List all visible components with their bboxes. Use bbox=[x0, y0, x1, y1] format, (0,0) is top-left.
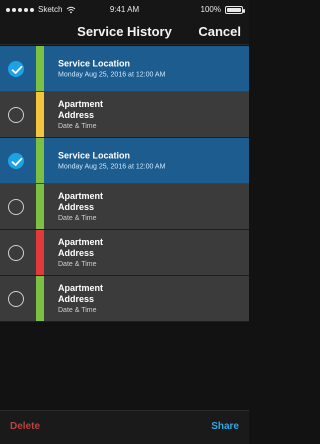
status-color-bar bbox=[36, 184, 44, 229]
checkmark-icon bbox=[11, 65, 23, 74]
status-color-bar bbox=[36, 230, 44, 275]
service-history-screen: Sketch 9:41 AM 100% Service History Canc… bbox=[0, 0, 249, 444]
delete-button[interactable]: Delete bbox=[10, 421, 40, 432]
list-item[interactable]: Apartment Address Date & Time bbox=[0, 92, 249, 138]
list-item-meta: Date & Time bbox=[58, 260, 97, 268]
cancel-button[interactable]: Cancel bbox=[198, 24, 241, 39]
list-item-text: Apartment Address Date & Time bbox=[58, 191, 243, 223]
list-item-text: Apartment Address Date & Time bbox=[58, 99, 243, 131]
list-item[interactable]: Apartment Address Date & Time bbox=[0, 184, 249, 230]
list-item-subtitle: Address bbox=[58, 247, 95, 258]
status-color-bar bbox=[36, 46, 44, 91]
select-checkbox[interactable] bbox=[8, 198, 24, 215]
list-item-title: Apartment bbox=[58, 98, 104, 109]
list-item-text: Service Location Monday Aug 25, 2016 at … bbox=[58, 58, 243, 79]
list-item-text: Apartment Address Date & Time bbox=[58, 237, 243, 269]
battery-fill bbox=[227, 8, 241, 12]
battery-percent: 100% bbox=[200, 5, 221, 14]
list-item[interactable]: Service Location Monday Aug 25, 2016 at … bbox=[0, 138, 249, 184]
list-item-title: Service Location bbox=[58, 150, 131, 160]
list-item-title: Service Location bbox=[58, 58, 131, 68]
status-color-bar bbox=[36, 138, 44, 183]
list-item-meta: Date & Time bbox=[58, 306, 97, 314]
list-item-title: Apartment bbox=[58, 282, 104, 293]
list-item-title: Apartment bbox=[58, 190, 104, 201]
list-item-meta: Monday Aug 25, 2016 at 12:00 AM bbox=[58, 163, 166, 170]
checkmark-icon bbox=[11, 157, 23, 166]
service-history-list: Service Location Monday Aug 25, 2016 at … bbox=[0, 46, 249, 326]
status-color-bar bbox=[36, 92, 44, 137]
bottom-toolbar: Delete Share bbox=[0, 410, 249, 444]
list-item[interactable]: Apartment Address Date & Time bbox=[0, 276, 249, 322]
status-right: 100% bbox=[200, 0, 245, 20]
top-bar: Sketch 9:41 AM 100% Service History Canc… bbox=[0, 0, 249, 45]
status-color-bar bbox=[36, 276, 44, 321]
list-item[interactable]: Service Location Monday Aug 25, 2016 at … bbox=[0, 46, 249, 92]
list-item-meta: Monday Aug 25, 2016 at 12:00 AM bbox=[58, 71, 166, 78]
list-item-text: Service Location Monday Aug 25, 2016 at … bbox=[58, 150, 243, 171]
list-item-text: Apartment Address Date & Time bbox=[58, 283, 243, 315]
list-item-subtitle: Address bbox=[58, 109, 95, 120]
list-item-subtitle: Address bbox=[58, 293, 95, 304]
list-item-meta: Date & Time bbox=[58, 214, 97, 222]
select-checkbox[interactable] bbox=[8, 290, 24, 307]
battery-icon bbox=[225, 6, 245, 14]
select-checkbox[interactable] bbox=[8, 60, 24, 77]
status-bar: Sketch 9:41 AM 100% bbox=[0, 0, 249, 20]
list-item[interactable]: Apartment Address Date & Time bbox=[0, 230, 249, 276]
select-checkbox[interactable] bbox=[8, 244, 24, 261]
navigation-bar: Service History Cancel bbox=[0, 20, 249, 45]
list-item-subtitle: Address bbox=[58, 201, 95, 212]
select-checkbox[interactable] bbox=[8, 106, 24, 123]
select-checkbox[interactable] bbox=[8, 152, 24, 169]
list-empty-space bbox=[0, 326, 249, 410]
share-button[interactable]: Share bbox=[211, 421, 239, 432]
list-item-title: Apartment bbox=[58, 236, 104, 247]
list-item-meta: Date & Time bbox=[58, 122, 97, 130]
